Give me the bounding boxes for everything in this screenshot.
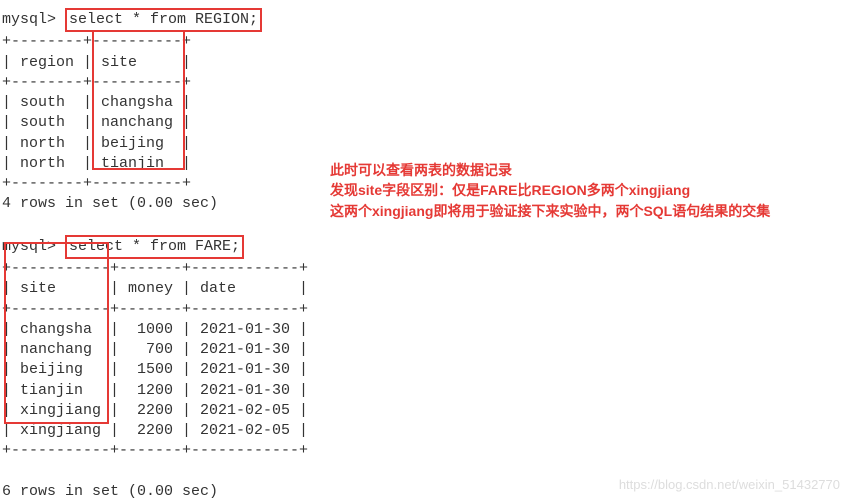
fare-table-border: +-----------+-------+------------+ [2, 300, 850, 320]
prompt-prefix: mysql> [2, 238, 56, 255]
fare-table-row: | xingjiang | 2200 | 2021-02-05 | [2, 401, 850, 421]
watermark: https://blog.csdn.net/weixin_51432770 [619, 476, 840, 494]
region-table-header: | region | site | [2, 53, 850, 73]
fare-table-border: +-----------+-------+------------+ [2, 259, 850, 279]
sql-query-2: select * from FARE; [65, 235, 244, 259]
prompt-prefix: mysql> [2, 11, 56, 28]
annotation-text: 此时可以查看两表的数据记录 发现site字段区别：仅是FARE比REGION多两… [330, 160, 770, 221]
mysql-prompt-1: mysql> select * from REGION; [2, 8, 850, 32]
region-table-row: | south | changsha | [2, 93, 850, 113]
fare-table-border: +-----------+-------+------------+ [2, 441, 850, 461]
fare-table-row: | beijing | 1500 | 2021-01-30 | [2, 360, 850, 380]
annotation-line: 发现site字段区别：仅是FARE比REGION多两个xingjiang [330, 180, 770, 200]
fare-table-header: | site | money | date | [2, 279, 850, 299]
fare-table-row: | xingjiang | 2200 | 2021-02-05 | [2, 421, 850, 441]
region-table-row: | north | beijing | [2, 134, 850, 154]
region-table-border: +--------+----------+ [2, 73, 850, 93]
fare-table-row: | changsha | 1000 | 2021-01-30 | [2, 320, 850, 340]
annotation-line: 此时可以查看两表的数据记录 [330, 160, 770, 180]
annotation-line: 这两个xingjiang即将用于验证接下来实验中，两个SQL语句结果的交集 [330, 201, 770, 221]
region-table-row: | south | nanchang | [2, 113, 850, 133]
sql-query-1: select * from REGION; [65, 8, 262, 32]
mysql-prompt-2: mysql> select * from FARE; [2, 235, 850, 259]
region-table-border: +--------+----------+ [2, 32, 850, 52]
fare-table-row: | nanchang | 700 | 2021-01-30 | [2, 340, 850, 360]
fare-table-row: | tianjin | 1200 | 2021-01-30 | [2, 381, 850, 401]
